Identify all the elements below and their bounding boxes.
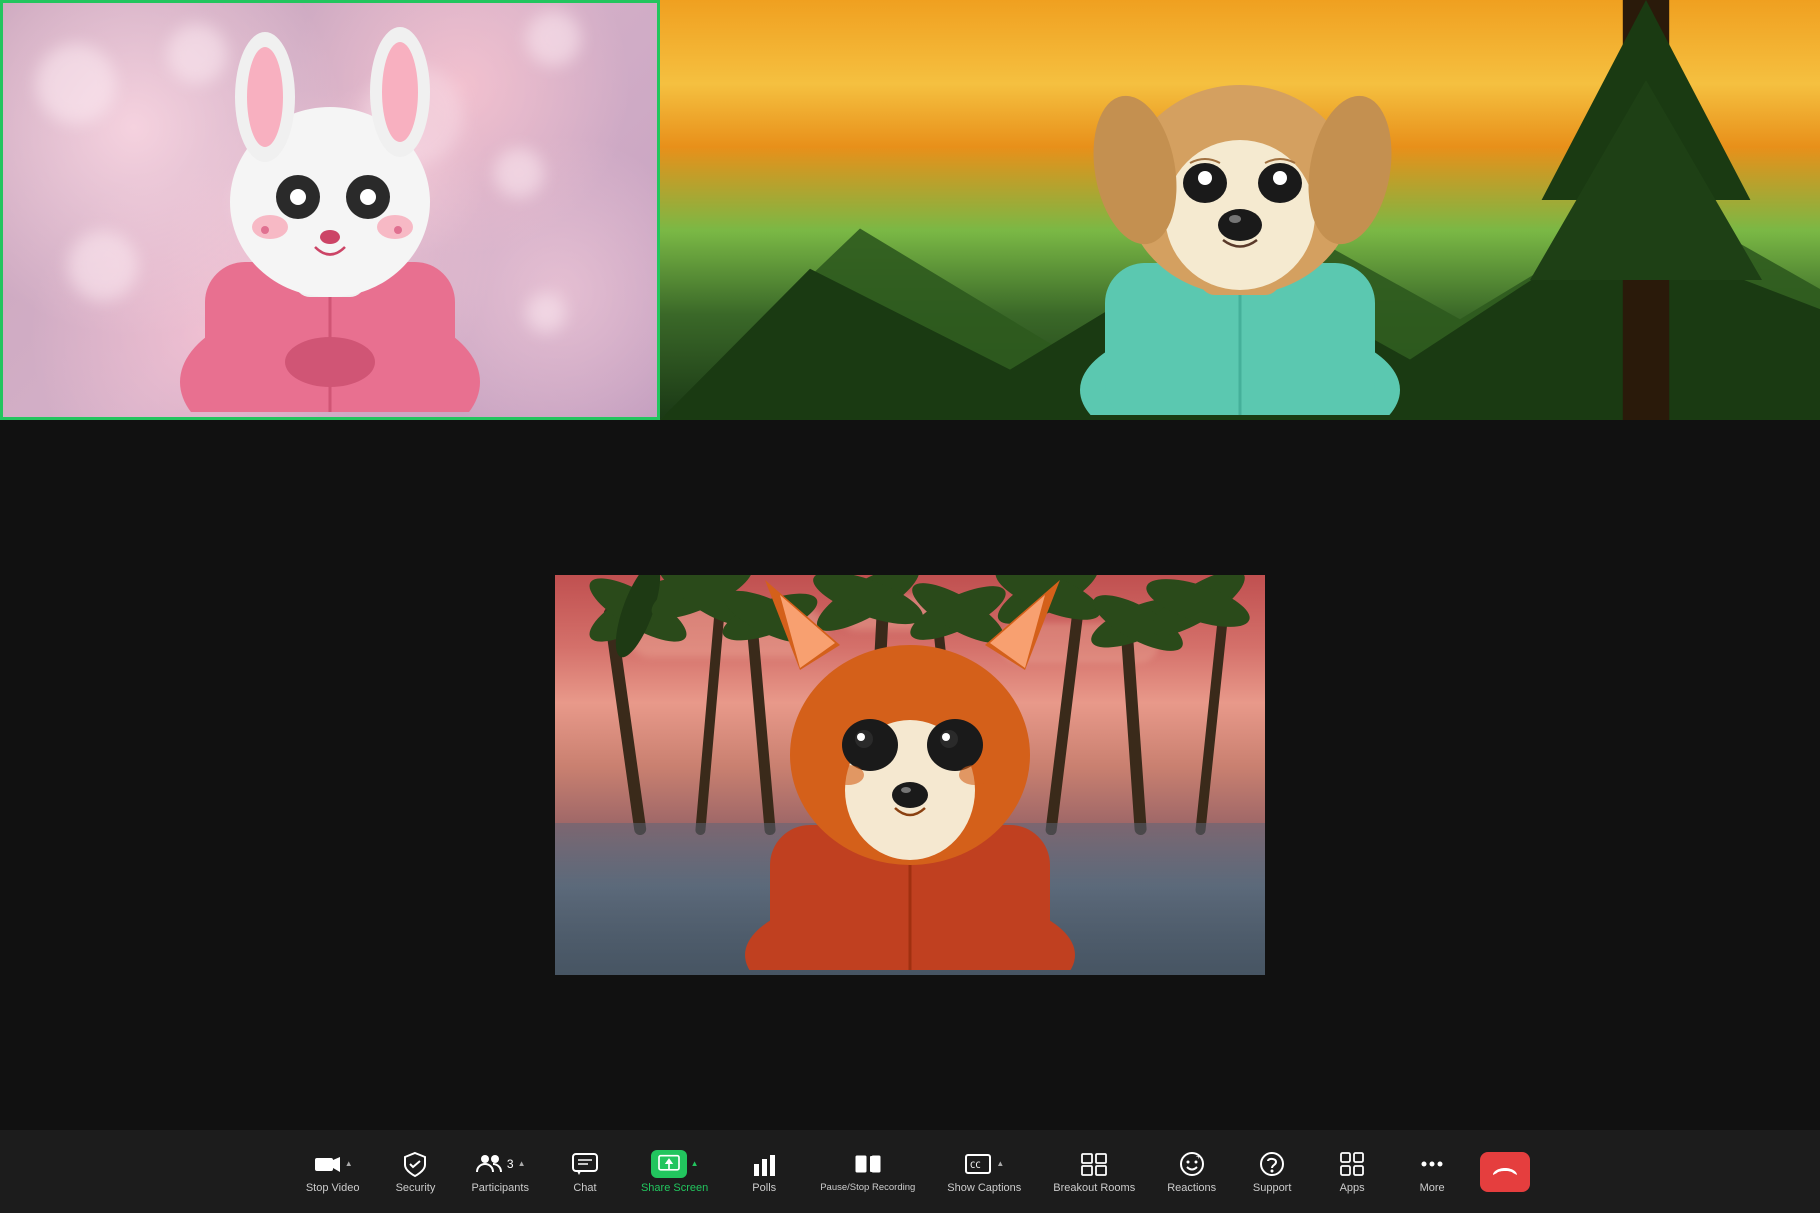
more-label: More <box>1420 1182 1445 1194</box>
apps-icon <box>1338 1150 1366 1178</box>
breakout-rooms-label: Breakout Rooms <box>1053 1182 1135 1194</box>
svg-text:+: + <box>1196 1152 1201 1161</box>
participant-fox-cell <box>0 420 1820 1130</box>
apps-button[interactable]: Apps <box>1312 1134 1392 1209</box>
stop-video-button[interactable]: ▲ Stop Video <box>290 1134 376 1209</box>
polls-icon <box>750 1150 778 1178</box>
more-button[interactable]: More <box>1392 1134 1472 1209</box>
share-screen-icon <box>657 1154 681 1174</box>
dog-avatar <box>1040 0 1440 415</box>
participant-rabbit-cell <box>0 0 660 420</box>
chevron-icon: ▲ <box>345 1159 353 1168</box>
end-call-button[interactable] <box>1480 1152 1530 1192</box>
participants-count: 3 <box>507 1157 514 1171</box>
chat-label: Chat <box>573 1182 596 1194</box>
stop-video-label: Stop Video <box>306 1182 360 1194</box>
video-grid <box>0 0 1820 1130</box>
participants-icon <box>475 1150 503 1178</box>
reactions-button[interactable]: + Reactions <box>1151 1134 1232 1209</box>
security-label: Security <box>396 1182 436 1194</box>
support-icon <box>1258 1150 1286 1178</box>
svg-text:CC: CC <box>970 1161 981 1171</box>
polls-button[interactable]: Polls <box>724 1134 804 1209</box>
shield-icon <box>401 1150 429 1178</box>
chat-button[interactable]: Chat <box>545 1134 625 1209</box>
polls-label: Polls <box>752 1182 776 1194</box>
toolbar: ▲ Stop Video Security 3 ▲ Participants <box>0 1130 1820 1213</box>
apps-label: Apps <box>1340 1182 1365 1194</box>
breakout-rooms-button[interactable]: Breakout Rooms <box>1037 1134 1151 1209</box>
chat-icon <box>571 1150 599 1178</box>
chevron-icon: ▲ <box>691 1159 699 1168</box>
fox-avatar <box>700 575 1120 970</box>
recording-icon <box>854 1150 882 1178</box>
chevron-icon: ▲ <box>996 1159 1004 1168</box>
share-screen-label: Share Screen <box>641 1182 708 1194</box>
support-label: Support <box>1253 1182 1292 1194</box>
share-screen-button[interactable]: ▲ Share Screen <box>625 1134 724 1209</box>
chevron-icon: ▲ <box>518 1159 526 1168</box>
rabbit-avatar <box>150 2 510 412</box>
pause-stop-recording-label: Pause/Stop Recording <box>820 1182 915 1193</box>
security-button[interactable]: Security <box>375 1134 455 1209</box>
participant-dog-cell <box>660 0 1820 420</box>
end-call-icon <box>1491 1163 1519 1181</box>
support-button[interactable]: Support <box>1232 1134 1312 1209</box>
show-captions-button[interactable]: CC ▲ Show Captions <box>931 1134 1037 1209</box>
pause-stop-recording-button[interactable]: Pause/Stop Recording <box>804 1134 931 1209</box>
reactions-icon: + <box>1178 1150 1206 1178</box>
show-captions-label: Show Captions <box>947 1182 1021 1194</box>
captions-icon: CC <box>964 1150 992 1178</box>
participants-label: Participants <box>471 1182 528 1194</box>
more-icon <box>1418 1150 1446 1178</box>
participants-button[interactable]: 3 ▲ Participants <box>455 1134 544 1209</box>
camera-icon <box>313 1150 341 1178</box>
reactions-label: Reactions <box>1167 1182 1216 1194</box>
breakout-rooms-icon <box>1080 1150 1108 1178</box>
